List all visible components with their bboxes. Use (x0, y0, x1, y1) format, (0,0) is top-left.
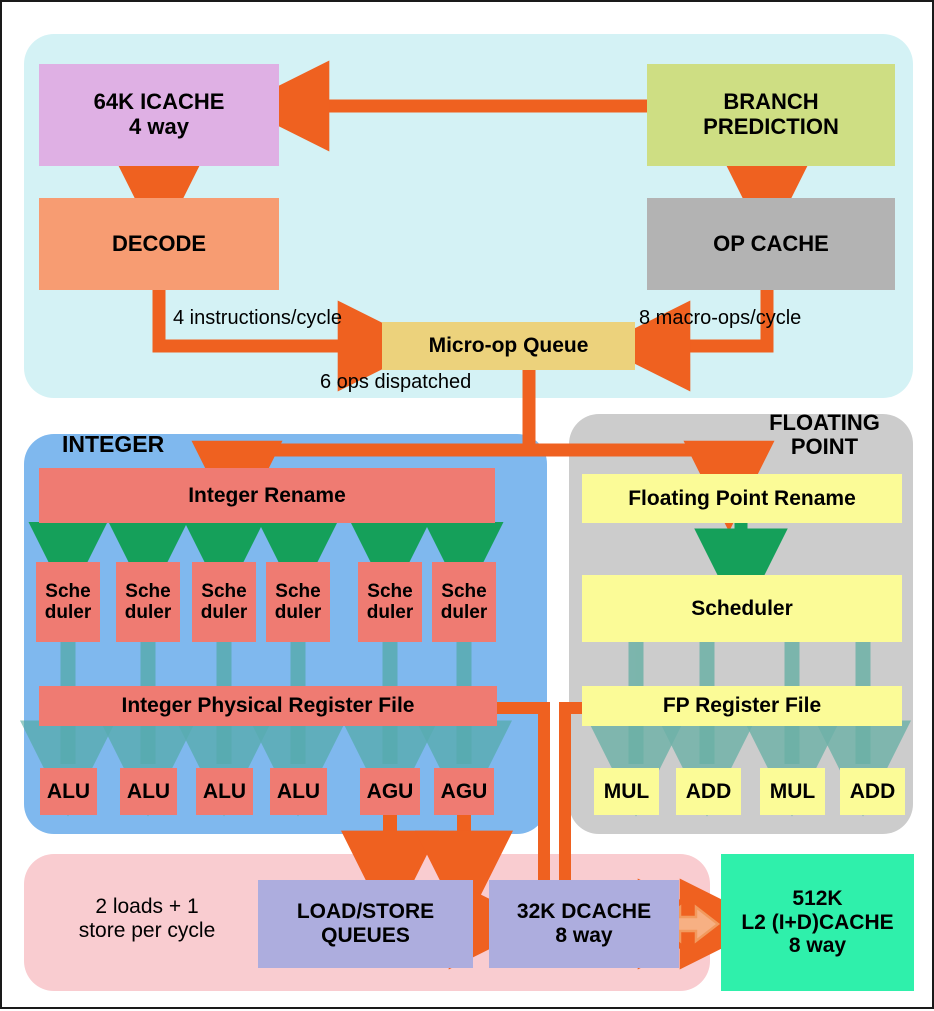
fp-scheduler-block[interactable]: Scheduler (582, 575, 902, 642)
dispatch-label: 6 ops dispatched (320, 371, 472, 393)
integer-exec-unit-5[interactable]: AGU (434, 768, 494, 815)
integer-scheduler-5[interactable]: Sche duler (432, 562, 496, 642)
fp-exec-unit-3[interactable]: ADD (840, 768, 905, 815)
fp-exec-unit-2[interactable]: MUL (760, 768, 825, 815)
integer-rename-block[interactable]: Integer Rename (39, 468, 495, 523)
icache-block[interactable]: 64K ICACHE 4 way (39, 64, 279, 166)
integer-scheduler-2[interactable]: Sche duler (192, 562, 256, 642)
integer-exec-unit-0[interactable]: ALU (40, 768, 97, 815)
integer-panel-title: INTEGER (62, 431, 165, 457)
fp-rename-block[interactable]: Floating Point Rename (582, 474, 902, 523)
opcache-rate-label: 8 macro-ops/cycle (639, 307, 802, 329)
decode-block[interactable]: DECODE (39, 198, 279, 290)
integer-scheduler-4[interactable]: Sche duler (358, 562, 422, 642)
floating-point-panel-title: FLOATING POINT (769, 410, 880, 460)
integer-exec-unit-4[interactable]: AGU (360, 768, 420, 815)
l2-cache-block[interactable]: 512K L2 (I+D)CACHE 8 way (721, 854, 914, 991)
branch-prediction-block[interactable]: BRANCH PREDICTION (647, 64, 895, 166)
fp-register-file-block[interactable]: FP Register File (582, 686, 902, 726)
diagram-frame: INTEGER FLOATING POINT 64K ICACHE 4 way … (0, 0, 934, 1009)
integer-exec-unit-3[interactable]: ALU (270, 768, 327, 815)
dcache-block[interactable]: 32K DCACHE 8 way (489, 880, 679, 968)
fp-exec-unit-0[interactable]: MUL (594, 768, 659, 815)
integer-scheduler-3[interactable]: Sche duler (266, 562, 330, 642)
op-cache-block[interactable]: OP CACHE (647, 198, 895, 290)
integer-scheduler-0[interactable]: Sche duler (36, 562, 100, 642)
uop-queue-block[interactable]: Micro-op Queue (382, 322, 635, 370)
integer-register-file-block[interactable]: Integer Physical Register File (39, 686, 497, 726)
integer-exec-unit-1[interactable]: ALU (120, 768, 177, 815)
integer-scheduler-1[interactable]: Sche duler (116, 562, 180, 642)
fp-exec-unit-1[interactable]: ADD (676, 768, 741, 815)
integer-exec-unit-2[interactable]: ALU (196, 768, 253, 815)
load-store-queues-block[interactable]: LOAD/STORE QUEUES (258, 880, 473, 968)
decode-rate-label: 4 instructions/cycle (173, 307, 342, 329)
loads-stores-label: 2 loads + 1 store per cycle (78, 895, 216, 942)
